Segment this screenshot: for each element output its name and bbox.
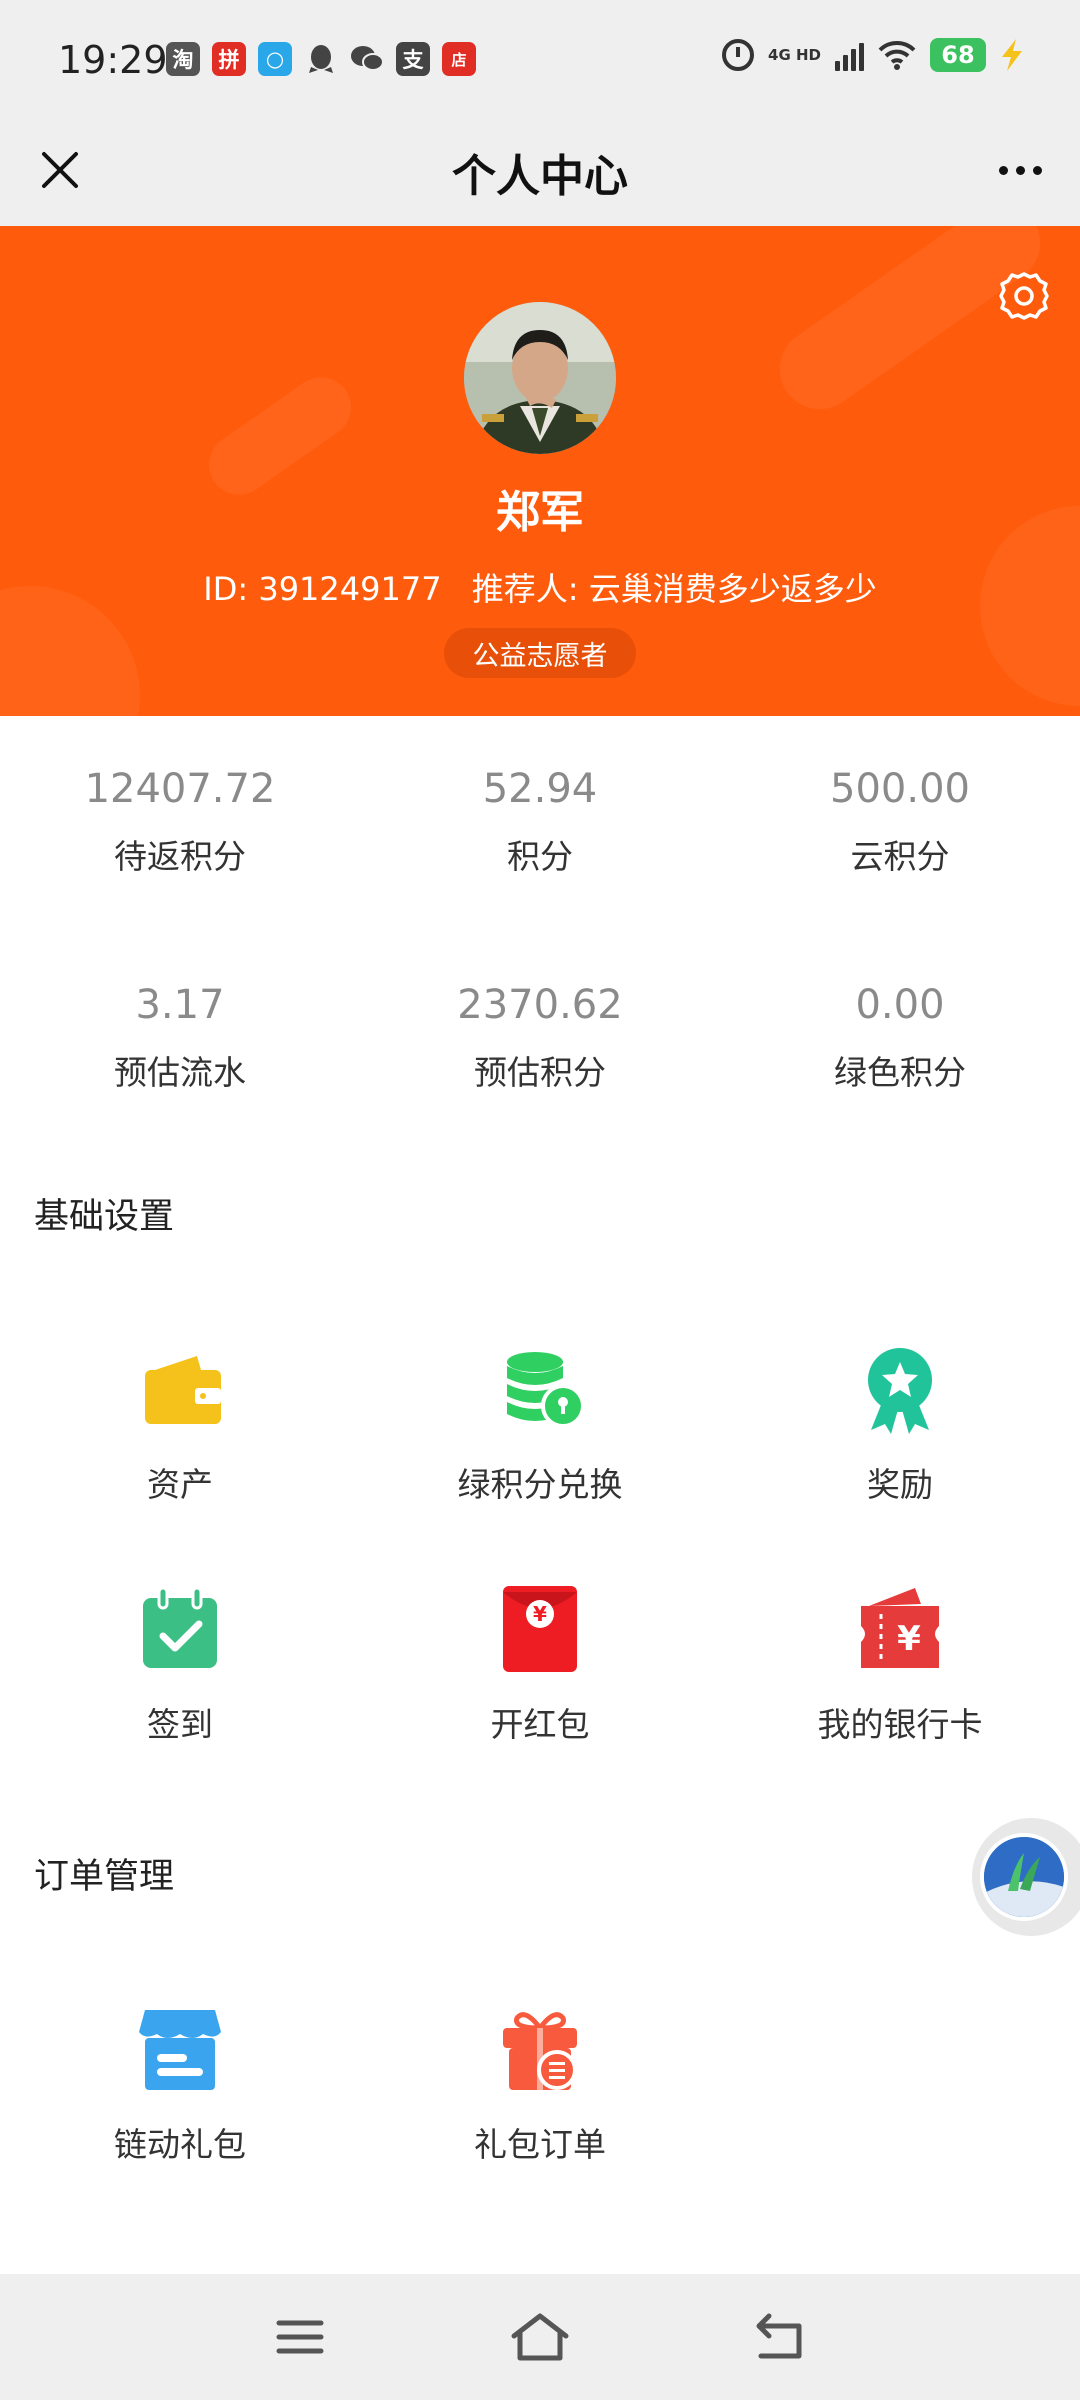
section-title-basic-settings: 基础设置: [34, 1197, 175, 1237]
volunteer-badge: 公益志愿者: [444, 628, 636, 678]
stat-value: 500.00: [830, 766, 970, 812]
stat-label: 待返积分: [114, 837, 246, 876]
grid-label: 开红包: [490, 1705, 590, 1744]
calendar-check-icon: [143, 1586, 217, 1668]
grid-item-green-exchange[interactable]: 绿积分兑换: [360, 1344, 720, 1506]
alipay-icon: 支: [396, 42, 430, 76]
nav-menu-button[interactable]: [260, 2302, 340, 2372]
user-name: 郑军: [496, 487, 584, 538]
grid-item-rewards[interactable]: 奖励: [720, 1344, 1080, 1506]
stat-points[interactable]: 52.94 积分: [360, 766, 720, 878]
stat-value: 2370.62: [457, 982, 623, 1028]
stat-label: 积分: [507, 837, 573, 876]
stat-label: 预估流水: [114, 1053, 246, 1092]
app-circle-icon: ○: [258, 42, 292, 76]
grid-item-chain-gift[interactable]: 链动礼包: [0, 2004, 360, 2166]
more-options-button[interactable]: [988, 138, 1052, 202]
stat-green-points[interactable]: 0.00 绿色积分: [720, 982, 1080, 1094]
grid-label: 奖励: [867, 1465, 933, 1504]
grid-label: 链动礼包: [114, 2125, 246, 2164]
award-ribbon-icon: [868, 1348, 932, 1434]
profile-header: 郑军 ID: 391249177 推荐人: 云巢消费多少返多少 公益志愿者: [0, 226, 1080, 716]
bank-card-ticket-icon: ¥: [861, 1588, 939, 1668]
grid-item-gift-orders[interactable]: 礼包订单: [360, 2004, 720, 2166]
qq-icon: [304, 42, 338, 76]
grid-label: 绿积分兑换: [457, 1465, 623, 1504]
referrer: 推荐人: 云巢消费多少返多少: [471, 570, 877, 608]
page-title: 个人中心: [452, 151, 628, 202]
signal-icon: [835, 39, 864, 71]
coins-exchange-icon: [507, 1352, 585, 1428]
settings-gear-icon: [999, 272, 1049, 320]
section-title-order-management: 订单管理: [34, 1857, 175, 1897]
status-app-icons: 淘 拼 ○ 支 店: [166, 42, 476, 76]
stat-label: 绿色积分: [834, 1053, 966, 1092]
grid-item-assets[interactable]: 资产: [0, 1344, 360, 1506]
status-indicators: 4G HD 68: [722, 38, 1024, 72]
close-icon: [42, 152, 78, 188]
shop-icon: 店: [442, 42, 476, 76]
grid-item-bank-card[interactable]: ¥ 我的银行卡: [720, 1584, 1080, 1746]
stat-value: 12407.72: [84, 766, 276, 812]
alarm-clock-icon: [722, 39, 755, 71]
avatar-photo: [464, 302, 616, 454]
menu-icon: [276, 2320, 324, 2354]
stat-pending-return[interactable]: 12407.72 待返积分: [0, 766, 360, 878]
avatar[interactable]: [464, 302, 616, 454]
status-bar: 19:29 淘 拼 ○ 支 店 4G HD 68: [0, 0, 1080, 116]
charging-bolt-icon: [1002, 39, 1022, 71]
stat-cloud-points[interactable]: 500.00 云积分: [720, 766, 1080, 878]
taobao-icon: 淘: [166, 42, 200, 76]
stat-estimated-points[interactable]: 2370.62 预估积分: [360, 982, 720, 1094]
network-indicator: 4G HD: [768, 45, 821, 64]
wifi-icon: [878, 40, 916, 70]
grid-item-red-envelope[interactable]: ¥ 开红包: [360, 1584, 720, 1746]
gift-order-icon: [503, 2012, 577, 2090]
user-id: ID: 391249177: [203, 570, 442, 608]
grid-label: 我的银行卡: [817, 1705, 983, 1744]
grid-label: 礼包订单: [474, 2125, 606, 2164]
grid-label: 资产: [147, 1465, 213, 1504]
pinduoduo-icon: 拼: [212, 42, 246, 76]
title-bar: 个人中心: [0, 116, 1080, 226]
grid-label: 签到: [147, 1705, 213, 1744]
stat-estimated-flow[interactable]: 3.17 预估流水: [0, 982, 360, 1094]
stat-value: 0.00: [855, 982, 945, 1028]
more-dot: [998, 165, 1008, 175]
wechat-icon: [350, 42, 384, 76]
nav-back-button[interactable]: [740, 2302, 820, 2372]
nav-home-button[interactable]: [500, 2302, 580, 2372]
system-navigation-bar: [0, 2274, 1080, 2400]
user-meta: ID: 391249177 推荐人: 云巢消费多少返多少: [0, 564, 1080, 610]
status-time: 19:29: [58, 38, 168, 82]
settings-button[interactable]: [994, 266, 1054, 326]
battery-level: 68: [930, 38, 986, 72]
wallet-icon: [145, 1356, 221, 1424]
floating-logo-icon: [980, 1833, 1068, 1921]
close-button[interactable]: [28, 138, 92, 202]
red-envelope-icon: ¥: [503, 1586, 577, 1672]
grid-item-check-in[interactable]: 签到: [0, 1584, 360, 1746]
svg-text:¥: ¥: [533, 1602, 547, 1626]
stat-value: 3.17: [135, 982, 225, 1028]
floating-service-button[interactable]: [972, 1818, 1080, 1936]
back-icon: [756, 2313, 802, 2359]
stat-label: 云积分: [850, 837, 950, 876]
home-icon: [511, 2313, 569, 2361]
stat-label: 预估积分: [474, 1053, 606, 1092]
svg-text:¥: ¥: [897, 1619, 921, 1659]
store-icon: [139, 2010, 221, 2090]
more-dot: [1032, 165, 1042, 175]
more-dot: [1015, 165, 1025, 175]
stat-value: 52.94: [482, 766, 598, 812]
